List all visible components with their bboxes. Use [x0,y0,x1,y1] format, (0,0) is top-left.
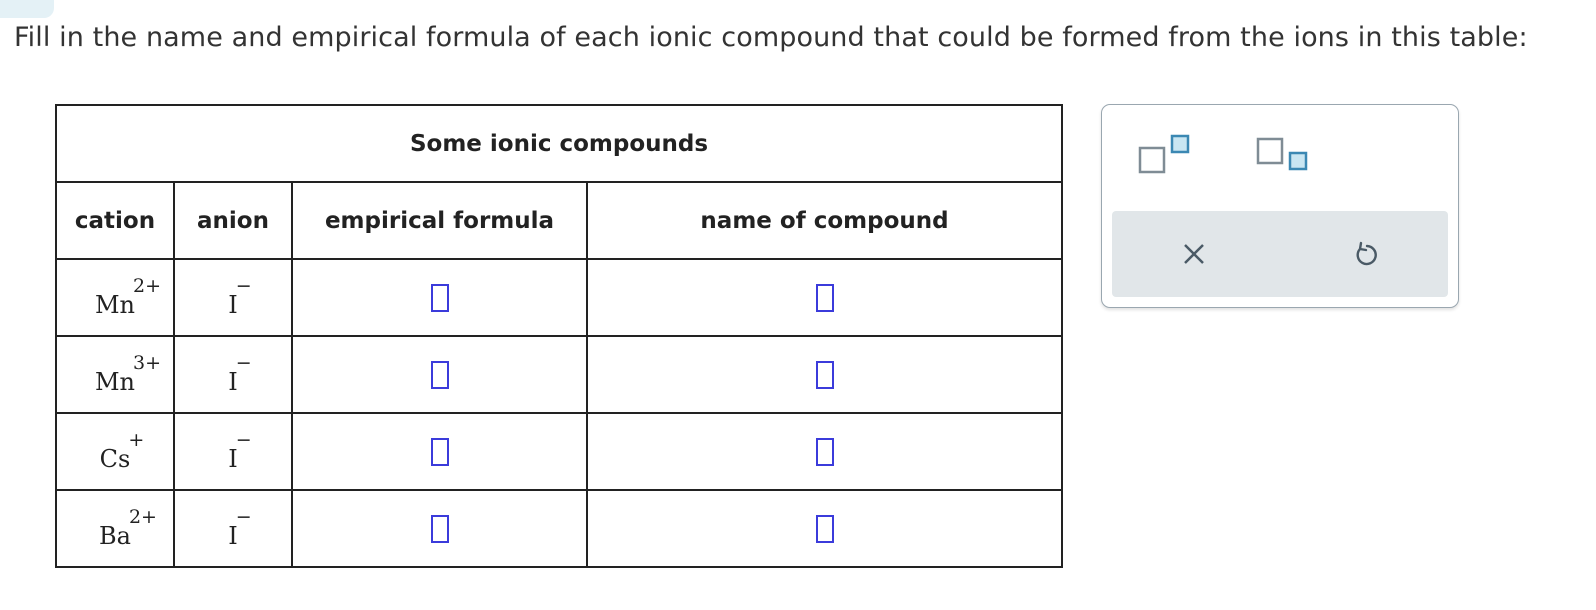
anion-charge: − [235,351,252,374]
cation-cell: Ba 2+ [55,489,175,568]
answer-tools-palette [1101,104,1459,308]
cation-ion: Mn 2+ [94,275,161,319]
cation-symbol: Ba [99,521,131,550]
formula-cell [291,258,588,337]
anion-charge: − [235,505,252,528]
formula-answer-box[interactable] [430,514,449,543]
undo-icon [1356,241,1377,266]
cation-charge: + [128,428,145,451]
formula-answer-box[interactable] [430,360,449,389]
anion-ion: I − [228,275,251,319]
subscript-template-button[interactable] [1256,133,1312,181]
formula-cell [291,412,588,491]
header-anion: anion [173,181,293,260]
superscript-template-icon [1138,134,1190,174]
table-row: Ba 2+ I − [55,489,1064,568]
corner-tab [0,0,54,18]
header-cation: cation [55,181,175,260]
table-caption: Some ionic compounds [54,104,1064,183]
header-name-of-compound: name of compound [585,181,1064,260]
cation-ion: Mn 3+ [94,352,161,396]
name-answer-box[interactable] [815,360,834,389]
cation-cell: Mn 2+ [55,258,175,337]
cation-symbol: Mn [94,367,136,396]
anion-charge: − [235,428,252,451]
name-cell [585,335,1064,414]
anion-cell: I − [173,489,293,568]
formula-answer-box[interactable] [430,283,449,312]
cation-ion: Cs + [99,429,145,473]
table-row: Mn 2+ I − [55,258,1064,337]
anion-cell: I − [173,258,293,337]
name-cell [585,258,1064,337]
anion-cell: I − [173,412,293,491]
formula-cell [291,335,588,414]
subscript-template-icon [1256,137,1308,171]
anion-charge: − [235,274,252,297]
close-icon [1184,244,1204,264]
name-cell [585,489,1064,568]
header-empirical-formula: empirical formula [291,181,588,260]
cation-cell: Cs + [55,412,175,491]
cation-charge: 2+ [128,505,157,528]
cation-symbol: Cs [99,444,131,473]
name-answer-box[interactable] [815,283,834,312]
cation-symbol: Mn [94,290,136,319]
cation-charge: 3+ [133,351,162,374]
palette-action-bar [1112,211,1448,297]
name-answer-box[interactable] [815,437,834,466]
name-cell [585,412,1064,491]
formula-answer-box[interactable] [430,437,449,466]
instruction-text: Fill in the name and empirical formula o… [14,22,1528,53]
cation-charge: 2+ [133,274,162,297]
superscript-template-button[interactable] [1138,133,1194,181]
name-answer-box[interactable] [815,514,834,543]
table-row: Mn 3+ I − [55,335,1064,414]
anion-ion: I − [228,352,251,396]
anion-ion: I − [228,429,251,473]
table-row: Cs + I − [55,412,1064,491]
undo-button[interactable] [1353,241,1381,273]
anion-ion: I − [228,506,251,550]
cation-cell: Mn 3+ [55,335,175,414]
anion-cell: I − [173,335,293,414]
clear-button[interactable] [1182,242,1206,270]
formula-cell [291,489,588,568]
cation-ion: Ba 2+ [99,506,157,550]
ionic-compounds-table: Some ionic compounds cation anion empiri… [54,104,1064,568]
